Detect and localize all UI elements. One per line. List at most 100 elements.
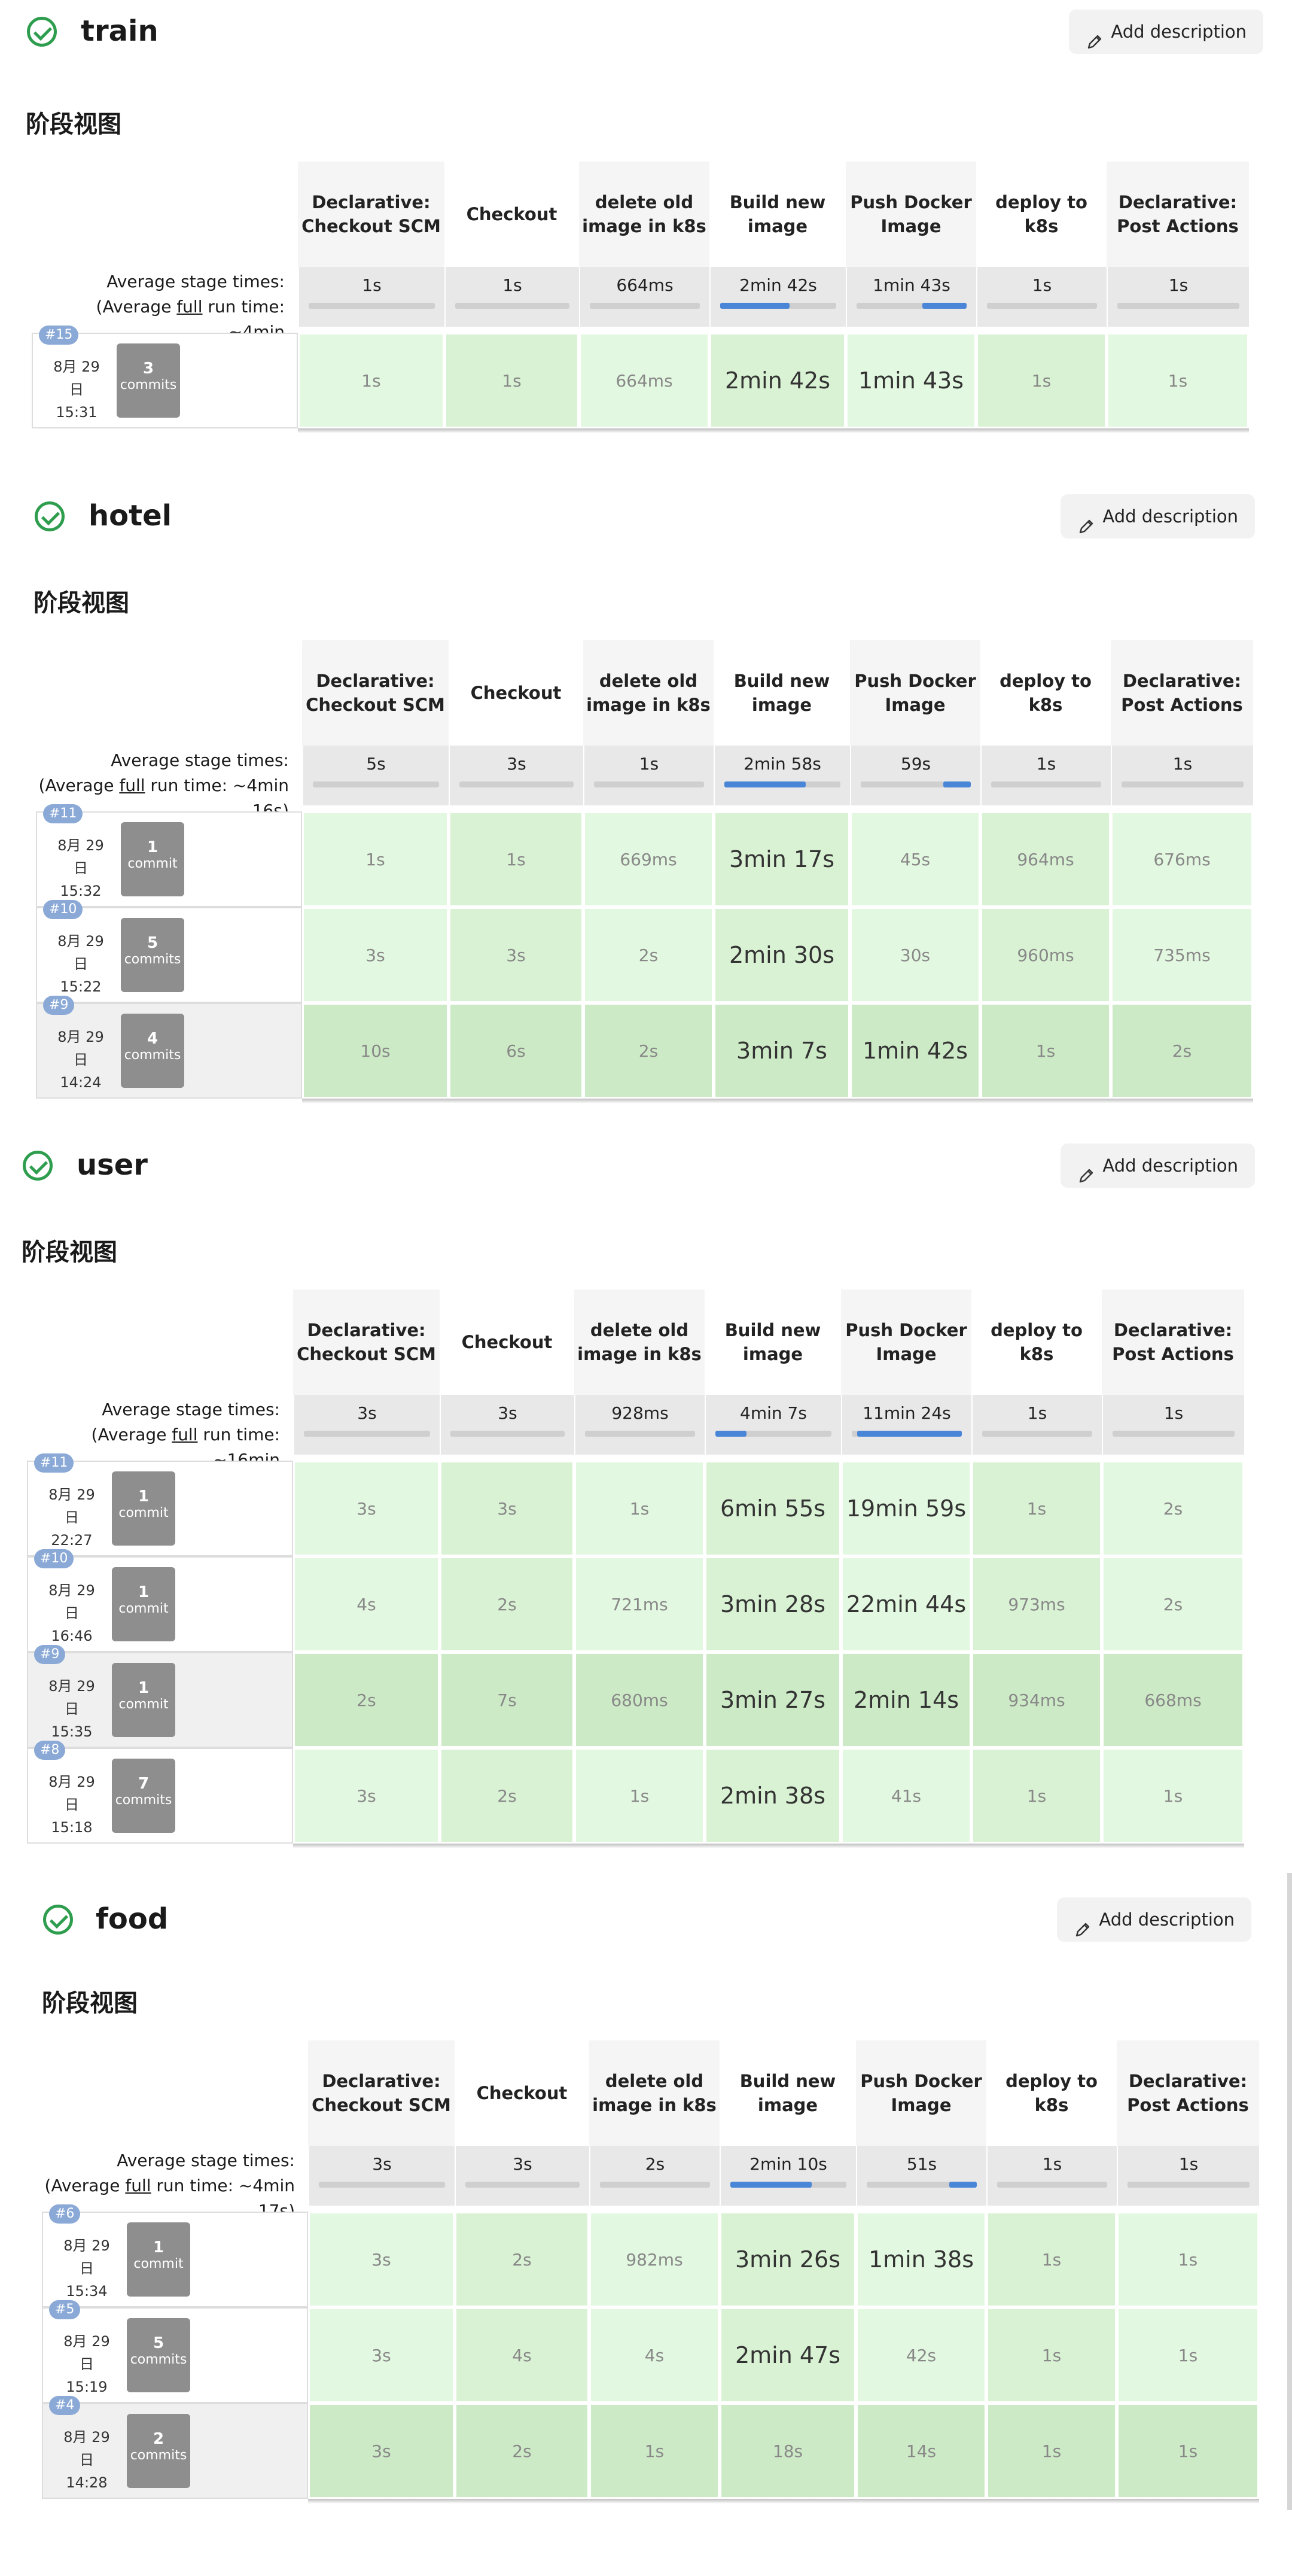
stage-cell[interactable]: 2s	[440, 1556, 574, 1652]
stage-cell[interactable]: 3min 28s	[705, 1556, 841, 1652]
stage-cell[interactable]: 2s	[455, 2212, 589, 2307]
stage-cell[interactable]: 41s	[841, 1748, 971, 1844]
commits-button[interactable]: 7 commits	[112, 1759, 175, 1833]
stage-cell[interactable]: 3s	[449, 907, 583, 1003]
build-info[interactable]: #9 8月 29 日 15:35 1 commit	[27, 1645, 293, 1748]
stage-cell[interactable]: 1s	[976, 333, 1107, 428]
build-number-badge[interactable]: #4	[49, 2396, 81, 2415]
stage-cell[interactable]: 1s	[298, 333, 444, 428]
build-info[interactable]: #11 8月 29 日 15:32 1 commit	[36, 804, 302, 907]
build-number-badge[interactable]: #11	[43, 804, 83, 823]
build-number-badge[interactable]: #10	[43, 900, 83, 919]
add-description-button[interactable]: Add description	[1069, 10, 1263, 54]
stage-cell[interactable]: 1s	[986, 2212, 1117, 2307]
stage-cell[interactable]: 668ms	[1102, 1652, 1244, 1748]
stage-cell[interactable]: 2min 47s	[720, 2307, 856, 2403]
build-info[interactable]: #10 8月 29 日 15:22 5 commits	[36, 900, 302, 1003]
stage-cell[interactable]: 1s	[302, 811, 449, 907]
stage-cell[interactable]: 3s	[308, 2403, 455, 2499]
commits-button[interactable]: 3 commits	[117, 343, 180, 418]
stage-cell[interactable]: 45s	[850, 811, 980, 907]
stage-cell[interactable]: 2s	[1111, 1003, 1253, 1099]
stage-cell[interactable]: 1s	[589, 2403, 720, 2499]
stage-cell[interactable]: 3min 27s	[705, 1652, 841, 1748]
build-info[interactable]: #11 8月 29 日 22:27 1 commit	[27, 1453, 293, 1556]
stage-cell[interactable]: 1s	[1117, 2403, 1259, 2499]
stage-cell[interactable]: 3min 17s	[714, 811, 850, 907]
stage-cell[interactable]: 10s	[302, 1003, 449, 1099]
commits-button[interactable]: 5 commits	[121, 918, 184, 992]
build-number-badge[interactable]: #11	[34, 1453, 74, 1473]
stage-cell[interactable]: 2s	[293, 1652, 440, 1748]
stage-cell[interactable]: 18s	[720, 2403, 856, 2499]
stage-cell[interactable]: 3s	[308, 2307, 455, 2403]
build-info[interactable]: #8 8月 29 日 15:18 7 commits	[27, 1741, 293, 1844]
stage-cell[interactable]: 1s	[574, 1461, 705, 1556]
stage-cell[interactable]: 3min 26s	[720, 2212, 856, 2307]
stage-cell[interactable]: 3min 7s	[714, 1003, 850, 1099]
build-info[interactable]: #4 8月 29 日 14:28 2 commits	[42, 2396, 308, 2499]
stage-cell[interactable]: 19min 59s	[841, 1461, 971, 1556]
stage-cell[interactable]: 1min 43s	[846, 333, 976, 428]
build-info[interactable]: #6 8月 29 日 15:34 1 commit	[42, 2204, 308, 2307]
stage-cell[interactable]: 2min 14s	[841, 1652, 971, 1748]
stage-cell[interactable]: 1min 38s	[856, 2212, 986, 2307]
build-number-badge[interactable]: #8	[34, 1741, 66, 1760]
build-info[interactable]: #5 8月 29 日 15:19 5 commits	[42, 2300, 308, 2403]
stage-cell[interactable]: 1s	[574, 1748, 705, 1844]
stage-cell[interactable]: 964ms	[980, 811, 1111, 907]
stage-cell[interactable]: 2s	[455, 2403, 589, 2499]
stage-cell[interactable]: 934ms	[971, 1652, 1102, 1748]
stage-cell[interactable]: 1s	[1102, 1748, 1244, 1844]
full-link[interactable]: full	[119, 775, 145, 795]
stage-cell[interactable]: 4s	[293, 1556, 440, 1652]
stage-cell[interactable]: 1min 42s	[850, 1003, 980, 1099]
stage-cell[interactable]: 669ms	[583, 811, 714, 907]
stage-cell[interactable]: 2s	[1102, 1461, 1244, 1556]
commits-button[interactable]: 2 commits	[127, 2414, 190, 2488]
full-link[interactable]: full	[125, 2176, 151, 2195]
build-info[interactable]: #9 8月 29 日 14:24 4 commits	[36, 996, 302, 1099]
build-number-badge[interactable]: #9	[43, 996, 75, 1015]
stage-cell[interactable]: 1s	[971, 1748, 1102, 1844]
page-scrollbar[interactable]	[1287, 1873, 1292, 2510]
commits-button[interactable]: 1 commit	[112, 1663, 175, 1737]
build-number-badge[interactable]: #10	[34, 1549, 74, 1568]
stage-cell[interactable]: 1s	[986, 2403, 1117, 2499]
stage-cell[interactable]: 1s	[986, 2307, 1117, 2403]
stage-cell[interactable]: 4s	[455, 2307, 589, 2403]
stage-cell[interactable]: 3s	[302, 907, 449, 1003]
stage-cell[interactable]: 680ms	[574, 1652, 705, 1748]
stage-cell[interactable]: 42s	[856, 2307, 986, 2403]
build-number-badge[interactable]: #6	[49, 2204, 81, 2224]
commits-button[interactable]: 5 commits	[127, 2318, 190, 2392]
stage-cell[interactable]: 2s	[583, 907, 714, 1003]
stage-cell[interactable]: 1s	[449, 811, 583, 907]
stage-cell[interactable]: 2min 38s	[705, 1748, 841, 1844]
stage-cell[interactable]: 3s	[308, 2212, 455, 2307]
build-number-badge[interactable]: #9	[34, 1645, 66, 1664]
commits-button[interactable]: 1 commit	[121, 822, 184, 896]
stage-cell[interactable]: 7s	[440, 1652, 574, 1748]
commits-button[interactable]: 1 commit	[112, 1471, 175, 1546]
stage-cell[interactable]: 3s	[293, 1748, 440, 1844]
full-link[interactable]: full	[172, 1425, 197, 1444]
stage-cell[interactable]: 6s	[449, 1003, 583, 1099]
build-number-badge[interactable]: #15	[39, 326, 79, 345]
stage-cell[interactable]: 14s	[856, 2403, 986, 2499]
add-description-button[interactable]: Add description	[1061, 494, 1255, 539]
stage-cell[interactable]: 4s	[589, 2307, 720, 2403]
stage-cell[interactable]: 2s	[1102, 1556, 1244, 1652]
build-info[interactable]: #10 8月 29 日 16:46 1 commit	[27, 1549, 293, 1652]
commits-button[interactable]: 1 commit	[127, 2222, 190, 2297]
add-description-button[interactable]: Add description	[1061, 1143, 1255, 1188]
commits-button[interactable]: 1 commit	[112, 1567, 175, 1641]
stage-cell[interactable]: 3s	[293, 1461, 440, 1556]
stage-cell[interactable]: 973ms	[971, 1556, 1102, 1652]
stage-cell[interactable]: 6min 55s	[705, 1461, 841, 1556]
stage-cell[interactable]: 676ms	[1111, 811, 1253, 907]
full-link[interactable]: full	[176, 297, 202, 317]
stage-cell[interactable]: 2min 30s	[714, 907, 850, 1003]
stage-cell[interactable]: 664ms	[579, 333, 709, 428]
stage-cell[interactable]: 30s	[850, 907, 980, 1003]
